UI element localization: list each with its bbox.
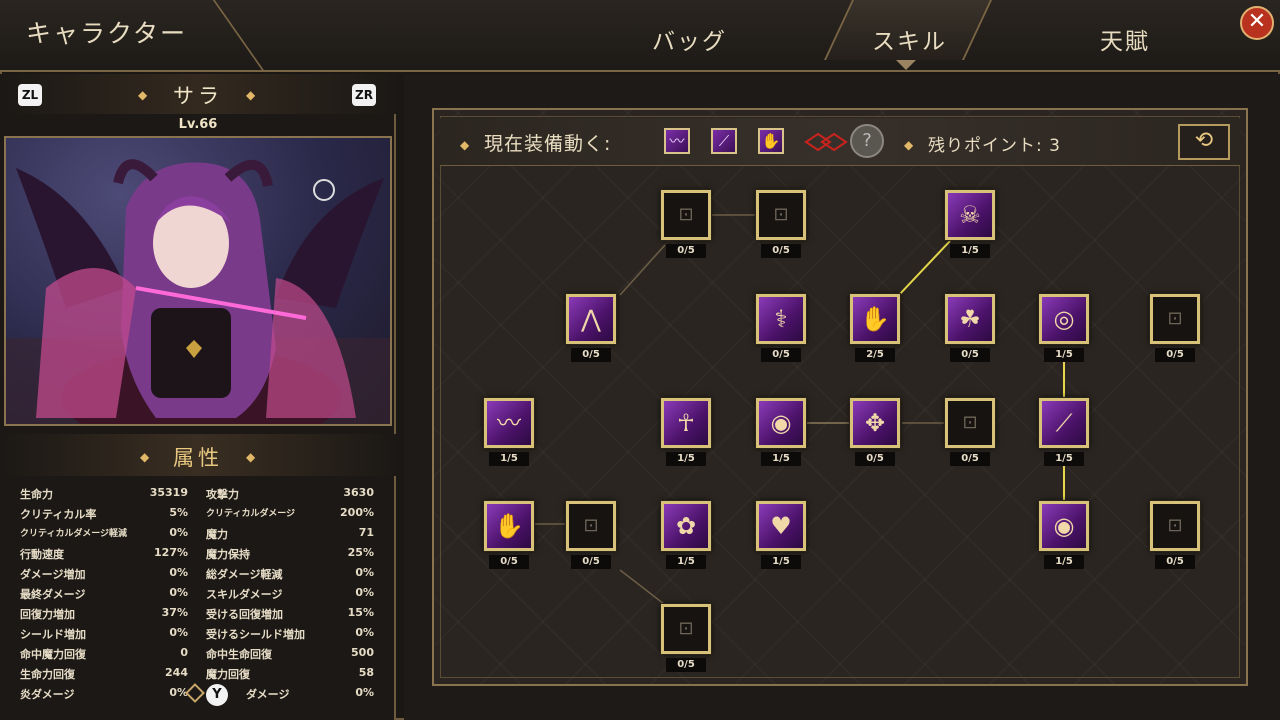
skill-level: 0/5 (1155, 555, 1195, 569)
skill-node-ankh[interactable]: ☥ (661, 398, 711, 448)
skill-node-slash[interactable]: ⟋ (1039, 398, 1089, 448)
skill-level: 1/5 (1044, 452, 1084, 466)
ankh-icon: ☥ (677, 409, 695, 437)
skill-level: 1/5 (1044, 348, 1084, 362)
skill-node-locked[interactable]: ⊡ (945, 398, 995, 448)
skill-node-swirl-orb[interactable]: ◎ (1039, 294, 1089, 344)
skill-level: 0/5 (571, 555, 611, 569)
skill-level: 0/5 (761, 348, 801, 362)
skill-level: 1/5 (1044, 555, 1084, 569)
skill-node-eye[interactable]: ◉ (1039, 501, 1089, 551)
skill-node-claw-hand[interactable]: ✋ (484, 501, 534, 551)
skill-level: 0/5 (761, 244, 801, 258)
skill-node-heart-armor[interactable]: ♥ (756, 501, 806, 551)
skill-node-vortex[interactable]: ◉ (756, 398, 806, 448)
hand-icon: ✋ (860, 305, 890, 333)
lock-icon: ⊡ (1167, 308, 1183, 329)
skill-node-locked[interactable]: ⊡ (566, 501, 616, 551)
lock-icon: ⊡ (962, 412, 978, 433)
skill-node-skull[interactable]: ☠ (945, 190, 995, 240)
eye-icon: ◉ (1053, 512, 1075, 540)
skill-node-locked[interactable]: ⊡ (1150, 294, 1200, 344)
skill-level: 1/5 (761, 452, 801, 466)
skill-level: 0/5 (1155, 348, 1195, 362)
skill-node-triquetra[interactable]: ☘ (945, 294, 995, 344)
lock-icon: ⊡ (773, 204, 789, 225)
skill-node-whip[interactable]: 〰 (484, 398, 534, 448)
claw-hand-icon: ✋ (494, 512, 524, 540)
flower-icon: ✿ (675, 512, 697, 540)
skill-level: 1/5 (489, 452, 529, 466)
whip-icon: 〰 (497, 409, 521, 437)
voodoo-doll-icon: ✥ (864, 409, 886, 437)
swirl-orb-icon: ◎ (1053, 305, 1075, 333)
skill-level: 0/5 (571, 348, 611, 362)
skill-level: 2/5 (855, 348, 895, 362)
skill-node-hand[interactable]: ✋ (850, 294, 900, 344)
skill-level: 0/5 (950, 452, 990, 466)
skill-level: 1/5 (666, 452, 706, 466)
skill-level: 0/5 (666, 244, 706, 258)
skill-level: 0/5 (950, 348, 990, 362)
skill-level: 1/5 (666, 555, 706, 569)
skill-node-locked[interactable]: ⊡ (756, 190, 806, 240)
skill-node-staff[interactable]: ⚕ (756, 294, 806, 344)
skill-node-locked[interactable]: ⊡ (1150, 501, 1200, 551)
slash-icon: ⟋ (1055, 409, 1073, 437)
skill-level: 0/5 (666, 658, 706, 672)
skill-node-voodoo-doll[interactable]: ✥ (850, 398, 900, 448)
skill-level: 1/5 (761, 555, 801, 569)
skill-level: 0/5 (855, 452, 895, 466)
lock-icon: ⊡ (583, 515, 599, 536)
skill-node-locked[interactable]: ⊡ (661, 190, 711, 240)
triquetra-icon: ☘ (959, 305, 981, 333)
skull-icon: ☠ (959, 201, 981, 229)
skill-level: 1/5 (950, 244, 990, 258)
skill-level: 0/5 (489, 555, 529, 569)
skill-node-locked[interactable]: ⊡ (661, 604, 711, 654)
skill-node-bat[interactable]: ⋀ (566, 294, 616, 344)
lock-icon: ⊡ (678, 618, 694, 639)
skill-node-flower[interactable]: ✿ (661, 501, 711, 551)
staff-icon: ⚕ (774, 305, 788, 333)
bat-icon: ⋀ (581, 305, 601, 333)
lock-icon: ⊡ (1167, 515, 1183, 536)
heart-armor-icon: ♥ (770, 512, 792, 540)
skill-connections (534, 214, 1065, 605)
vortex-icon: ◉ (770, 409, 792, 437)
lock-icon: ⊡ (678, 204, 694, 225)
